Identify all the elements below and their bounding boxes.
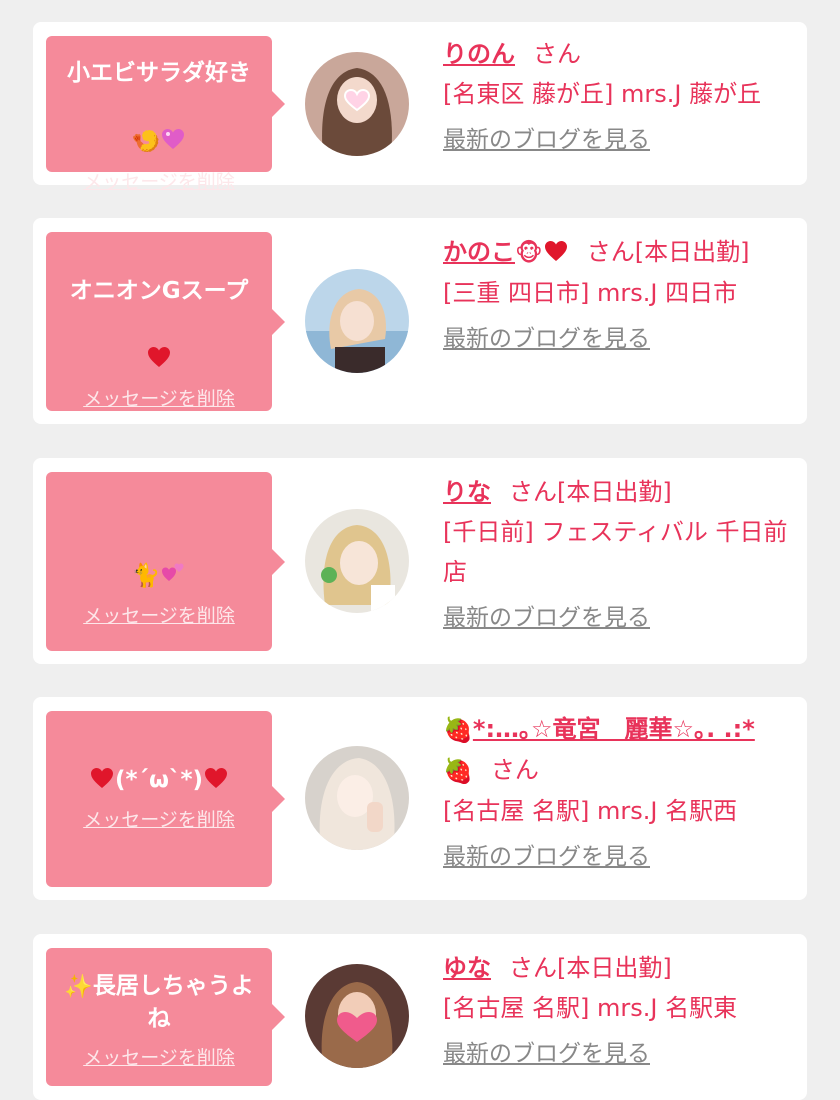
honorific: さん — [490, 756, 539, 784]
name-link[interactable]: 🍓*:…｡☆竜宮 麗華☆｡. .:* 🍓 — [443, 715, 755, 785]
latest-blog-link[interactable]: 最新のブログを見る — [443, 837, 793, 877]
delete-message-link[interactable]: メッセージを削除 — [46, 601, 272, 628]
two-hearts-icon — [162, 563, 184, 581]
profile-info: 🍓*:…｡☆竜宮 麗華☆｡. .:* 🍓 さん [名古屋 名駅] mrs.J 名駅西… — [443, 709, 793, 877]
strawberry-icon: 🍓 — [443, 716, 473, 744]
status-text: [本日出勤] — [557, 954, 672, 982]
message-text: 小エビサラダ好き 🍤 — [46, 56, 272, 159]
monkey-face-icon: 🐵 — [515, 239, 543, 267]
status-text: [本日出勤] — [634, 238, 750, 266]
strawberry-icon: 🍓 — [443, 757, 473, 785]
shrimp-icon: 🍤 — [131, 128, 161, 155]
red-heart-icon — [148, 347, 170, 367]
avatar[interactable] — [305, 746, 409, 850]
name-link[interactable]: りのん — [443, 40, 515, 68]
delete-message-link[interactable]: メッセージを削除 — [46, 384, 272, 411]
message-bubble: 小エビサラダ好き 🍤 メッセージを削除 — [46, 36, 285, 193]
avatar[interactable] — [305, 964, 409, 1068]
profile-info: ゆな さん[本日出勤] [名古屋 名駅] mrs.J 名駅東 最新のブログを見る — [443, 948, 793, 1074]
message-bubble: (*´ω`*) メッセージを削除 — [46, 711, 285, 887]
name-link[interactable]: りな — [443, 478, 491, 506]
message-bubble: 🐈 メッセージを削除 — [46, 472, 285, 651]
sparkling-heart-icon — [162, 129, 185, 149]
message-bubble: ✨長居しちゃうよね メッセージを削除 — [46, 948, 285, 1086]
latest-blog-link[interactable]: 最新のブログを見る — [443, 319, 793, 359]
red-heart-icon — [90, 768, 113, 788]
delete-message-link[interactable]: メッセージを削除 — [46, 167, 272, 194]
delete-message-link[interactable]: メッセージを削除 — [46, 805, 272, 832]
message-text: ✨長居しちゃうよね — [46, 970, 272, 1035]
red-heart-icon — [544, 241, 567, 261]
name-link[interactable]: ゆな — [443, 954, 491, 982]
message-text: (*´ω`*) — [46, 763, 272, 797]
delete-message-link[interactable]: メッセージを削除 — [46, 1043, 272, 1070]
message-bubble: オニオンGスープ メッセージを削除 — [46, 232, 285, 411]
favorites-list: 小エビサラダ好き 🍤 メッセージを削除 りのん さん [名東区 藤が丘] mrs.… — [0, 0, 840, 1100]
favorite-card: オニオンGスープ メッセージを削除 かのこ🐵 さん[本日出勤] [三重 四日市] … — [33, 218, 807, 424]
message-text: オニオンGスープ — [46, 274, 272, 376]
red-heart-icon — [205, 768, 228, 788]
avatar[interactable] — [305, 509, 409, 613]
shop-text: [名東区 藤が丘] mrs.J 藤が丘 — [443, 80, 762, 108]
message-text: 🐈 — [46, 524, 272, 593]
honorific: さん — [509, 954, 557, 982]
shop-text: [名古屋 名駅] mrs.J 名駅東 — [443, 994, 738, 1022]
profile-info: りな さん[本日出勤] [千日前] フェスティバル 千日前店 最新のブログを見る — [443, 472, 793, 638]
honorific: さん — [533, 40, 581, 68]
profile-info: かのこ🐵 さん[本日出勤] [三重 四日市] mrs.J 四日市 最新のブログを見… — [443, 232, 793, 359]
latest-blog-link[interactable]: 最新のブログを見る — [443, 598, 793, 638]
shop-text: [三重 四日市] mrs.J 四日市 — [443, 279, 738, 307]
name-link[interactable]: かのこ🐵 — [443, 238, 569, 267]
sparkles-icon: ✨ — [64, 973, 93, 1000]
honorific: さん — [509, 478, 557, 506]
profile-info: りのん さん [名東区 藤が丘] mrs.J 藤が丘 最新のブログを見る — [443, 34, 793, 160]
status-text: [本日出勤] — [557, 478, 672, 506]
avatar[interactable] — [305, 52, 409, 156]
favorite-card: 🐈 メッセージを削除 りな さん[本日出勤] [千日前] フェスティバル 千日前店… — [33, 458, 807, 664]
favorite-card: ✨長居しちゃうよね メッセージを削除 ゆな さん[本日出勤] [名古屋 名駅] m… — [33, 934, 807, 1100]
latest-blog-link[interactable]: 最新のブログを見る — [443, 1034, 793, 1074]
favorite-card: 小エビサラダ好き 🍤 メッセージを削除 りのん さん [名東区 藤が丘] mrs.… — [33, 22, 807, 193]
favorite-card: (*´ω`*) メッセージを削除 🍓*:…｡☆竜宮 麗華☆｡. .:* 🍓 さん [… — [33, 697, 807, 900]
honorific: さん — [586, 238, 635, 266]
black-cat-icon: 🐈 — [131, 562, 161, 589]
avatar[interactable] — [305, 269, 409, 373]
shop-text: [名古屋 名駅] mrs.J 名駅西 — [443, 797, 738, 825]
shop-text: [千日前] フェスティバル 千日前店 — [443, 518, 788, 586]
latest-blog-link[interactable]: 最新のブログを見る — [443, 120, 793, 160]
